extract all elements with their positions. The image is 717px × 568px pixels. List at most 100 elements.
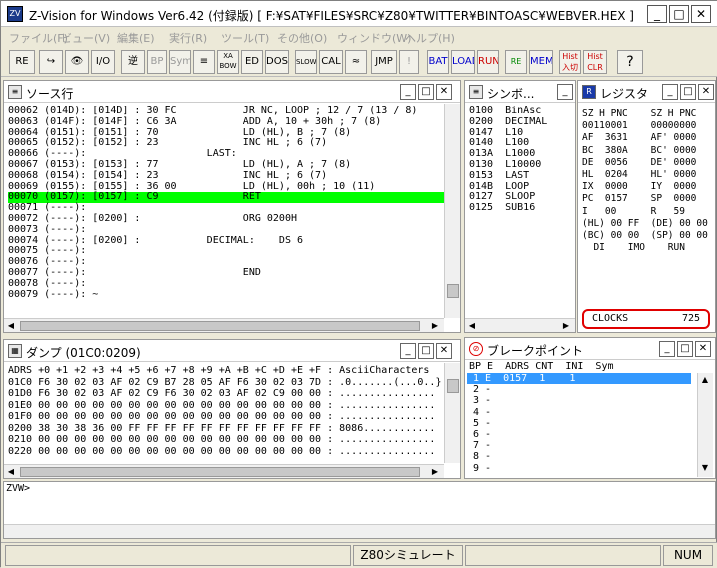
breakpoint-list: 1 E 0157 1 1 2 - 3 - 4 - 5 - 6 - 7 - 8 -… [467, 373, 691, 475]
source-line: 00079 (----): ~ [8, 288, 99, 300]
cal-button[interactable]: CAL [319, 50, 343, 74]
dump-hscroll[interactable]: ◀ ▶ [4, 464, 444, 478]
wave-button[interactable]: ≈ [345, 50, 367, 74]
app-icon: ZV [7, 6, 23, 22]
slow-button[interactable]: SLOW [295, 50, 317, 74]
hist-clear-button[interactable]: Hist CLR [583, 50, 607, 74]
watch-button[interactable]: 👁 [65, 50, 89, 74]
reset-cpu-button[interactable]: RE SET [9, 50, 35, 74]
ed-button[interactable]: ED [241, 50, 263, 74]
scroll-thumb[interactable] [447, 284, 459, 298]
scroll-thumb[interactable] [20, 467, 420, 477]
list-button[interactable]: ≡ [193, 50, 215, 74]
breakpoint-row[interactable]: 1 E 0157 1 1 [467, 373, 691, 385]
close-button[interactable]: ✕ [691, 5, 711, 23]
scroll-left-icon[interactable]: ◀ [4, 465, 18, 479]
reset-button[interactable]: RE SET [505, 50, 527, 74]
help-button[interactable]: ? [617, 50, 643, 74]
step-button[interactable]: ↪ [39, 50, 63, 74]
hist-toggle-button[interactable]: Hist 入切 [559, 50, 581, 74]
breakpoint-maximize-button[interactable]: □ [677, 341, 693, 357]
breakpoint-row[interactable]: 4 - [467, 407, 691, 418]
register-icon: R [582, 85, 596, 99]
register-pane-title: レジスタ [600, 87, 649, 101]
source-maximize-button[interactable]: □ [418, 84, 434, 100]
run-button[interactable]: RUN [477, 50, 499, 74]
source-line: 00073 (----): [8, 223, 87, 235]
source-minimize-button[interactable]: _ [400, 84, 416, 100]
menu-other[interactable]: その他(O) [277, 30, 327, 46]
dump-close-button[interactable]: ✕ [436, 343, 452, 359]
symbol-minimize-button[interactable]: _ [557, 84, 573, 100]
toolbar: RE SET ↪ 👁 I/O 逆 BP Sym ≡ XA BOW ED DOS … [1, 47, 717, 77]
load-button[interactable]: LOAD [451, 50, 475, 74]
register-line: (HL) 00 FF (DE) 00 00 [582, 217, 708, 229]
menu-view[interactable]: ビュー(V) [61, 30, 110, 46]
register-pane: R レジスタ _ □ ✕ SZ H PNC SZ H PNC 00110001 0… [577, 80, 716, 333]
breakpoint-row[interactable]: 5 - [467, 418, 691, 429]
reverse-button[interactable]: 逆 [121, 50, 145, 74]
scroll-up-icon[interactable]: ▲ [698, 373, 712, 387]
source-line: 00068 (0154): [0154] : 23 INC HL ; 6 (7) [8, 169, 328, 181]
scroll-thumb[interactable] [20, 321, 420, 331]
breakpoint-row[interactable]: 7 - [467, 440, 691, 451]
register-list: SZ H PNC SZ H PNC 00110001 00000000 AF 363… [582, 108, 714, 298]
scroll-right-icon[interactable]: ▶ [428, 465, 442, 479]
register-line: 00110001 00000000 [582, 120, 697, 132]
breakpoint-minimize-button[interactable]: _ [659, 341, 675, 357]
breakpoint-row[interactable]: 6 - [467, 429, 691, 440]
clocks-label: CLOCKS [592, 313, 629, 324]
minimize-button[interactable]: _ [647, 5, 667, 23]
menu-help[interactable]: ヘルプ(H) [405, 30, 455, 46]
scroll-right-icon[interactable]: ▶ [559, 319, 573, 333]
register-line: IX 0000 IY 0000 [582, 181, 697, 193]
menu-run[interactable]: 実行(R) [169, 30, 207, 46]
bat-button[interactable]: BAT [427, 50, 449, 74]
breakpoint-vscroll[interactable]: ▲ ▼ [697, 373, 713, 477]
console-prompt: ZVW> [6, 483, 31, 494]
dump-row: 0220 00 00 00 00 00 00 00 00 00 00 00 00… [8, 445, 436, 457]
breakpoint-row[interactable]: 9 - [467, 463, 691, 474]
breakpoint-row[interactable]: 8 - [467, 451, 691, 462]
console-pane[interactable]: ZVW> [3, 481, 716, 539]
source-hscroll[interactable]: ◀ ▶ [4, 318, 444, 332]
menu-file[interactable]: ファイル(F) [9, 30, 68, 46]
source-close-button[interactable]: ✕ [436, 84, 452, 100]
io-button[interactable]: I/O [91, 50, 115, 74]
register-line: DE 0056 DE' 0000 [582, 156, 697, 168]
jmp-button[interactable]: JMP [371, 50, 397, 74]
breakpoint-row[interactable]: 3 - [467, 395, 691, 406]
menu-tools[interactable]: ツール(T) [221, 30, 269, 46]
menu-edit[interactable]: 編集(E) [117, 30, 155, 46]
symbol-button[interactable]: Sym [169, 50, 191, 74]
dos-button[interactable]: DOS [265, 50, 289, 74]
symbol-hscroll[interactable]: ◀ ▶ [465, 318, 575, 332]
scroll-down-icon[interactable]: ▼ [698, 461, 712, 475]
source-pane: ≡ ソース行 _ □ ✕ 00062 (014D): [014D] : 30 F… [3, 80, 461, 333]
xabow-button[interactable]: XA BOW [217, 50, 239, 74]
source-line: 00063 (014F): [014F] : C6 3A ADD A, 10 +… [8, 115, 382, 127]
scroll-left-icon[interactable]: ◀ [4, 319, 18, 333]
register-maximize-button[interactable]: □ [680, 84, 696, 100]
breakpoint-close-button[interactable]: ✕ [695, 341, 711, 357]
dump-minimize-button[interactable]: _ [400, 343, 416, 359]
console-hscroll[interactable] [4, 524, 715, 538]
scroll-thumb[interactable] [447, 379, 459, 393]
symbol-item: 0200 DECIMAL [469, 115, 548, 127]
scroll-right-icon[interactable]: ▶ [428, 319, 442, 333]
mem-button[interactable]: MEM [529, 50, 553, 74]
dump-vscroll[interactable] [444, 363, 460, 463]
menu-window[interactable]: ウィンドウ(W) [337, 30, 411, 46]
source-vscroll[interactable] [444, 104, 460, 318]
dump-row: 01F0 00 00 00 00 00 00 00 00 00 00 00 00… [8, 411, 436, 422]
breakpoint-button[interactable]: BP [147, 50, 167, 74]
source-pane-titlebar: ≡ ソース行 _ □ ✕ [4, 81, 460, 103]
breakpoint-row[interactable]: 2 - [467, 384, 691, 395]
register-minimize-button[interactable]: _ [662, 84, 678, 100]
alert-button[interactable]: ! [399, 50, 419, 74]
stop-icon: ⊘ [469, 342, 483, 356]
scroll-left-icon[interactable]: ◀ [465, 319, 479, 333]
dump-maximize-button[interactable]: □ [418, 343, 434, 359]
register-close-button[interactable]: ✕ [698, 84, 714, 100]
maximize-button[interactable]: □ [669, 5, 689, 23]
